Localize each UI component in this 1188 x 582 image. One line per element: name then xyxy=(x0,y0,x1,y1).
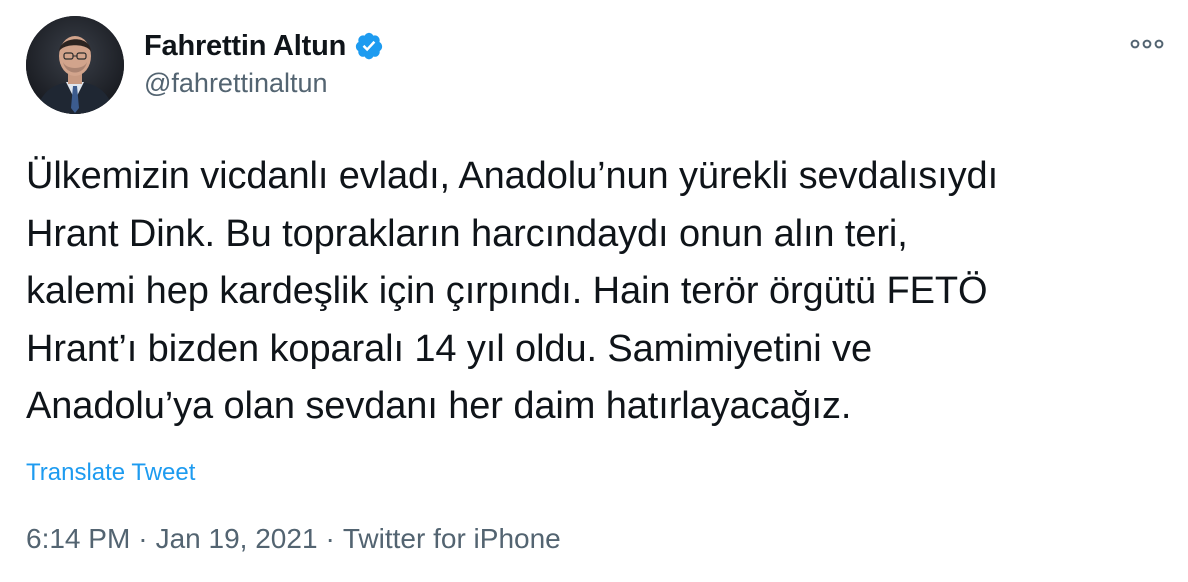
author-names: Fahrettin Altun @fahrettinaltun xyxy=(144,26,384,99)
avatar-image xyxy=(26,16,124,114)
tweet-source[interactable]: Twitter for iPhone xyxy=(343,523,561,554)
tweet-time[interactable]: 6:14 PM xyxy=(26,523,130,554)
tweet-header: Fahrettin Altun @fahrettinaltun xyxy=(26,16,1166,116)
tweet-text: Ülkemizin vicdanlı evladı, Anadolu’nun y… xyxy=(26,155,999,427)
tweet-card: Fahrettin Altun @fahrettinaltun Ülkemizi… xyxy=(0,0,1188,582)
author-handle[interactable]: @fahrettinaltun xyxy=(144,68,384,99)
tweet-metadata: 6:14 PM · Jan 19, 2021 · Twitter for iPhone xyxy=(26,523,561,555)
verified-badge-icon xyxy=(354,31,384,61)
translate-tweet-link[interactable]: Translate Tweet xyxy=(26,459,195,487)
more-options-icon xyxy=(1130,39,1164,49)
display-name[interactable]: Fahrettin Altun xyxy=(144,30,346,63)
display-name-row: Fahrettin Altun xyxy=(144,26,384,66)
separator: · xyxy=(138,523,148,554)
avatar[interactable] xyxy=(26,16,124,114)
tweet-date[interactable]: Jan 19, 2021 xyxy=(156,523,318,554)
separator: · xyxy=(325,523,335,554)
more-options-button[interactable] xyxy=(1128,34,1166,54)
